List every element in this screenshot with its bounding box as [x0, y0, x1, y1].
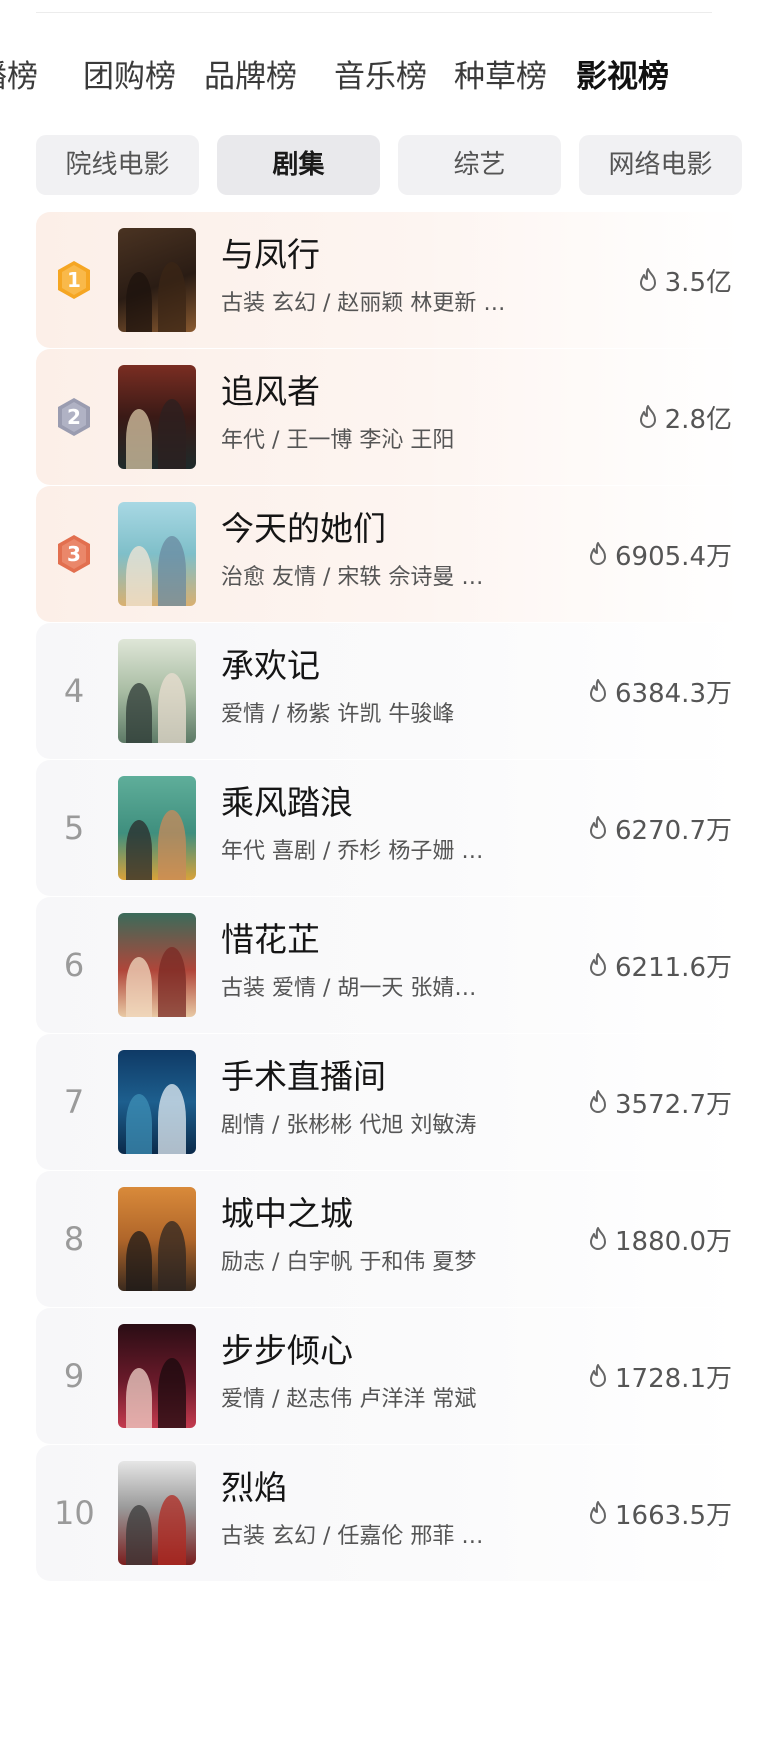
poster-image: [118, 1461, 196, 1565]
top-divider: [36, 12, 712, 13]
rank-number: 10: [54, 1494, 95, 1532]
flame-icon: [590, 1090, 607, 1113]
heat-value: 6384.3万: [587, 669, 732, 713]
rank-number: 6: [63, 946, 85, 984]
poster-image: [118, 1324, 196, 1428]
ranking-row[interactable]: 6 惜花芷 古装 爱情 / 胡一天 张婧… 6211.6万: [36, 897, 742, 1033]
heat-value: 6270.7万: [587, 806, 732, 850]
heat-number: 6270.7万: [615, 815, 732, 846]
tags: 古装 爱情 / 胡一天 张婧…: [221, 976, 477, 1001]
heat-number: 6384.3万: [615, 678, 732, 709]
heat-value: 1728.1万: [587, 1354, 732, 1398]
tags: 爱情 / 赵志伟 卢洋洋 常斌: [221, 1387, 477, 1412]
heat-value: 6211.6万: [587, 943, 732, 987]
flame-icon: [639, 405, 656, 428]
gold-rank-badge: 1: [56, 260, 92, 300]
subtab-variety[interactable]: 综艺: [398, 135, 561, 195]
flame-icon: [639, 268, 656, 291]
heat-value: 2.8亿: [637, 395, 732, 439]
tags: 年代 喜剧 / 乔杉 杨子姗 …: [221, 839, 484, 864]
subtab-web-films[interactable]: 网络电影: [579, 135, 742, 195]
title: 烈焰: [221, 1468, 287, 1507]
title: 步步倾心: [221, 1331, 353, 1370]
heat-value: 6905.4万: [587, 532, 732, 576]
poster-image: [118, 639, 196, 743]
flame-icon: [590, 953, 607, 976]
rank-number: 4: [63, 672, 85, 710]
heat-value: 1880.0万: [587, 1217, 732, 1261]
tags: 剧情 / 张彬彬 代旭 刘敏涛: [221, 1113, 477, 1138]
rank-number: 2: [67, 405, 81, 429]
heat-number: 1663.5万: [615, 1500, 732, 1531]
ranking-row[interactable]: 1 与凤行 古装 玄幻 / 赵丽颖 林更新 辛… 3.5亿: [36, 212, 742, 348]
ranking-row[interactable]: 2 追风者 年代 / 王一博 李沁 王阳 2.8亿: [36, 349, 742, 485]
tags: 古装 玄幻 / 赵丽颖 林更新 辛…: [221, 291, 513, 316]
heat-number: 2.8亿: [664, 404, 732, 435]
title: 与凤行: [221, 235, 320, 274]
rank-number: 5: [63, 809, 85, 847]
heat-number: 6905.4万: [615, 541, 732, 572]
bronze-rank-badge: 3: [56, 534, 92, 574]
rank-number: 3: [67, 542, 81, 566]
ranking-row[interactable]: 8 城中之城 励志 / 白宇帆 于和伟 夏梦 1880.0万: [36, 1171, 742, 1307]
subtab-series[interactable]: 剧集: [217, 135, 380, 195]
heat-number: 1728.1万: [615, 1363, 732, 1394]
tags: 治愈 友情 / 宋轶 佘诗曼 …: [221, 565, 484, 590]
tab-brand[interactable]: 品牌榜: [204, 55, 297, 99]
heat-number: 6211.6万: [615, 952, 732, 983]
flame-icon: [590, 1364, 607, 1387]
poster-image: [118, 502, 196, 606]
tags: 年代 / 王一博 李沁 王阳: [221, 428, 455, 453]
flame-icon: [590, 1501, 607, 1524]
sub-tab-bar: 院线电影 剧集 综艺 网络电影: [0, 135, 773, 195]
title: 惜花芷: [221, 920, 320, 959]
title: 手术直播间: [221, 1057, 386, 1096]
ranking-row[interactable]: 10 烈焰 古装 玄幻 / 任嘉伦 邢菲 … 1663.5万: [36, 1445, 742, 1581]
flame-icon: [590, 816, 607, 839]
heat-value: 1663.5万: [587, 1491, 732, 1535]
heat-number: 3572.7万: [615, 1089, 732, 1120]
ranking-row[interactable]: 5 乘风踏浪 年代 喜剧 / 乔杉 杨子姗 … 6270.7万: [36, 760, 742, 896]
ranking-row[interactable]: 9 步步倾心 爱情 / 赵志伟 卢洋洋 常斌 1728.1万: [36, 1308, 742, 1444]
tags: 励志 / 白宇帆 于和伟 夏梦: [221, 1250, 477, 1275]
poster-image: [118, 228, 196, 332]
poster-image: [118, 1187, 196, 1291]
heat-number: 1880.0万: [615, 1226, 732, 1257]
title: 城中之城: [221, 1194, 353, 1233]
heat-number: 3.5亿: [664, 267, 732, 298]
tab-film-tv[interactable]: 影视榜: [576, 55, 669, 99]
title: 承欢记: [221, 646, 320, 685]
title: 追风者: [221, 372, 320, 411]
tags: 古装 玄幻 / 任嘉伦 邢菲 …: [221, 1524, 484, 1549]
title: 乘风踏浪: [221, 783, 353, 822]
poster-image: [118, 365, 196, 469]
rank-number: 7: [63, 1083, 85, 1121]
rank-number: 9: [63, 1357, 85, 1395]
title: 今天的她们: [221, 509, 386, 548]
category-tab-bar: 播榜 团购榜 品牌榜 音乐榜 种草榜 影视榜: [0, 55, 773, 105]
rank-number: 1: [67, 268, 81, 292]
heat-value: 3572.7万: [587, 1080, 732, 1124]
heat-value: 3.5亿: [637, 258, 732, 302]
poster-image: [118, 1050, 196, 1154]
flame-icon: [590, 542, 607, 565]
rank-number: 8: [63, 1220, 85, 1258]
tags: 爱情 / 杨紫 许凯 牛骏峰: [221, 702, 455, 727]
flame-icon: [590, 1227, 607, 1250]
tab-group-buy[interactable]: 团购榜: [83, 55, 176, 99]
poster-image: [118, 913, 196, 1017]
flame-icon: [590, 679, 607, 702]
tab-music[interactable]: 音乐榜: [334, 55, 427, 99]
ranking-row[interactable]: 4 承欢记 爱情 / 杨紫 许凯 牛骏峰 6384.3万: [36, 623, 742, 759]
ranking-row[interactable]: 3 今天的她们 治愈 友情 / 宋轶 佘诗曼 … 6905.4万: [36, 486, 742, 622]
tab-live-rank[interactable]: 播榜: [0, 55, 38, 99]
subtab-theatrical-films[interactable]: 院线电影: [36, 135, 199, 195]
ranking-row[interactable]: 7 手术直播间 剧情 / 张彬彬 代旭 刘敏涛 3572.7万: [36, 1034, 742, 1170]
tab-recommend[interactable]: 种草榜: [454, 55, 547, 99]
poster-image: [118, 776, 196, 880]
silver-rank-badge: 2: [56, 397, 92, 437]
